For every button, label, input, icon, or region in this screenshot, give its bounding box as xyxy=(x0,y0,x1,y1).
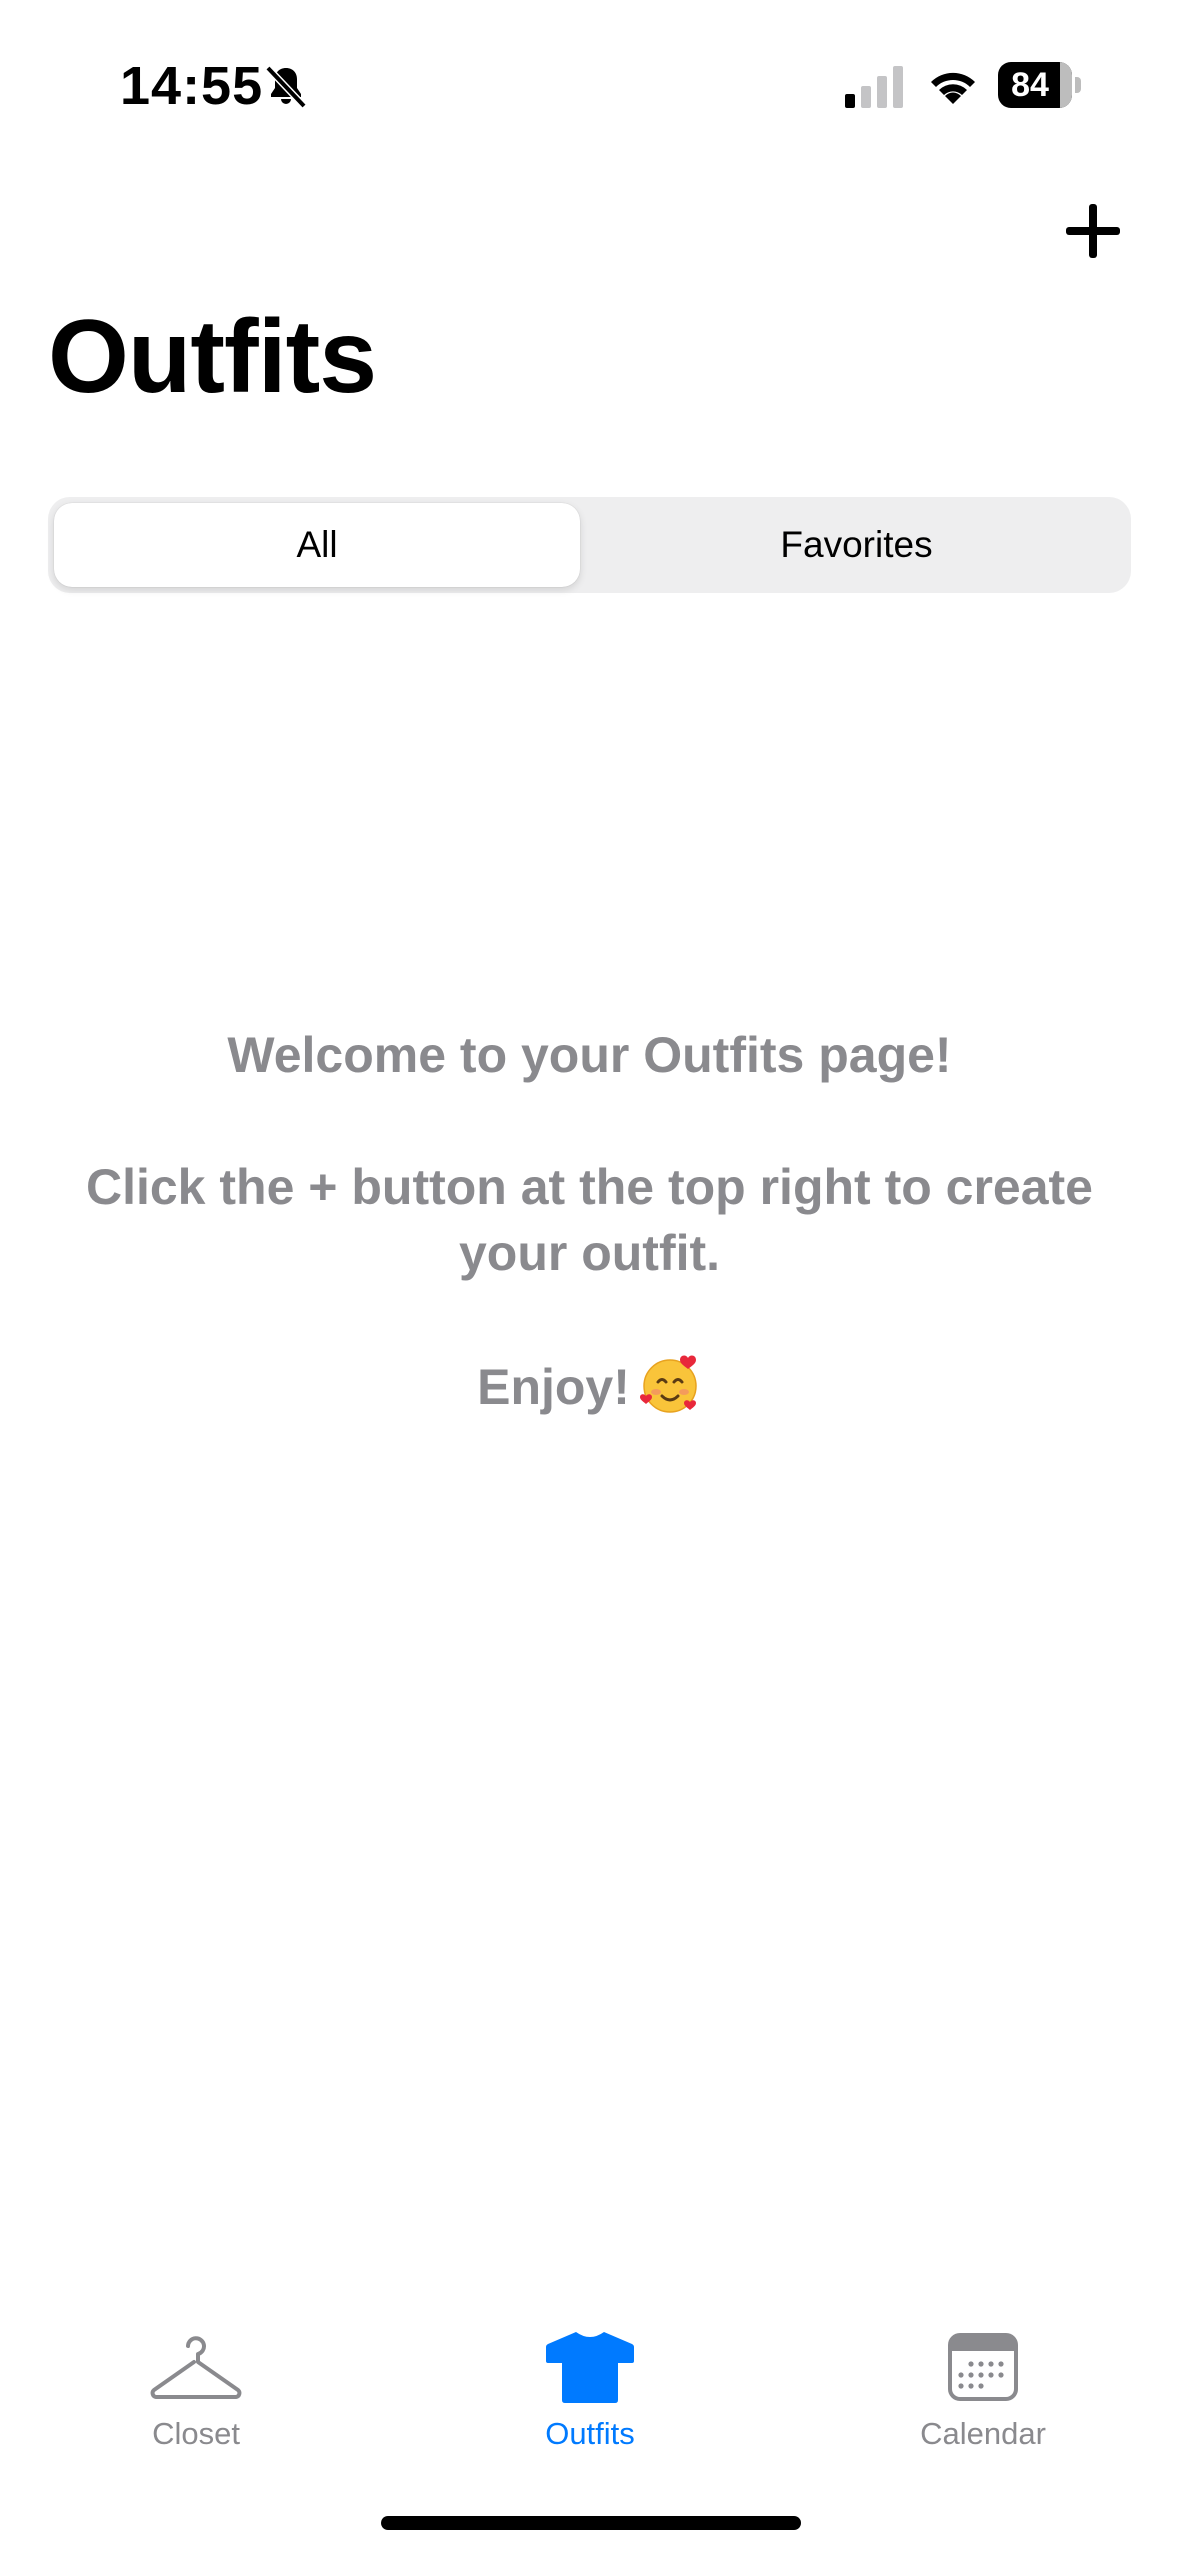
segment-all[interactable]: All xyxy=(54,503,580,587)
wifi-icon xyxy=(931,72,975,104)
smiling-face-with-hearts-icon xyxy=(639,1355,697,1413)
bell-slash-icon xyxy=(265,65,307,109)
calendar-icon xyxy=(948,2333,1018,2401)
status-time: 14:55 xyxy=(120,56,264,116)
tab-calendar-label: Calendar xyxy=(920,2416,1046,2451)
instruction-text: Click the + button at the top right to c… xyxy=(85,1159,1093,1281)
enjoy-line: Enjoy! xyxy=(40,1352,1139,1420)
tshirt-icon xyxy=(546,2332,634,2403)
battery-level: 84 xyxy=(1011,66,1049,104)
page-title: Outfits xyxy=(48,299,377,415)
enjoy-text: Enjoy! xyxy=(477,1359,630,1415)
empty-state-message: Welcome to your Outfits page! Click the … xyxy=(40,1022,1139,1420)
tab-closet[interactable]: Closet xyxy=(46,2330,346,2480)
add-outfit-button[interactable] xyxy=(1060,198,1126,264)
segment-favorites[interactable]: Favorites xyxy=(588,503,1125,587)
tab-outfits[interactable]: Outfits xyxy=(440,2330,740,2480)
hanger-icon xyxy=(150,2336,242,2399)
status-bar: 14:55 84 xyxy=(0,0,1179,170)
cellular-signal-icon xyxy=(845,66,903,108)
tab-closet-label: Closet xyxy=(152,2416,240,2451)
welcome-text: Welcome to your Outfits page! xyxy=(227,1027,952,1083)
home-indicator xyxy=(381,2516,801,2530)
tab-bar: Closet Outfits Calendar xyxy=(0,2300,1179,2480)
tab-outfits-label: Outfits xyxy=(545,2416,635,2451)
plus-icon xyxy=(1066,204,1120,258)
tab-calendar[interactable]: Calendar xyxy=(833,2330,1133,2480)
battery-icon: 84 xyxy=(998,62,1082,108)
segmented-control: All Favorites xyxy=(48,497,1131,593)
